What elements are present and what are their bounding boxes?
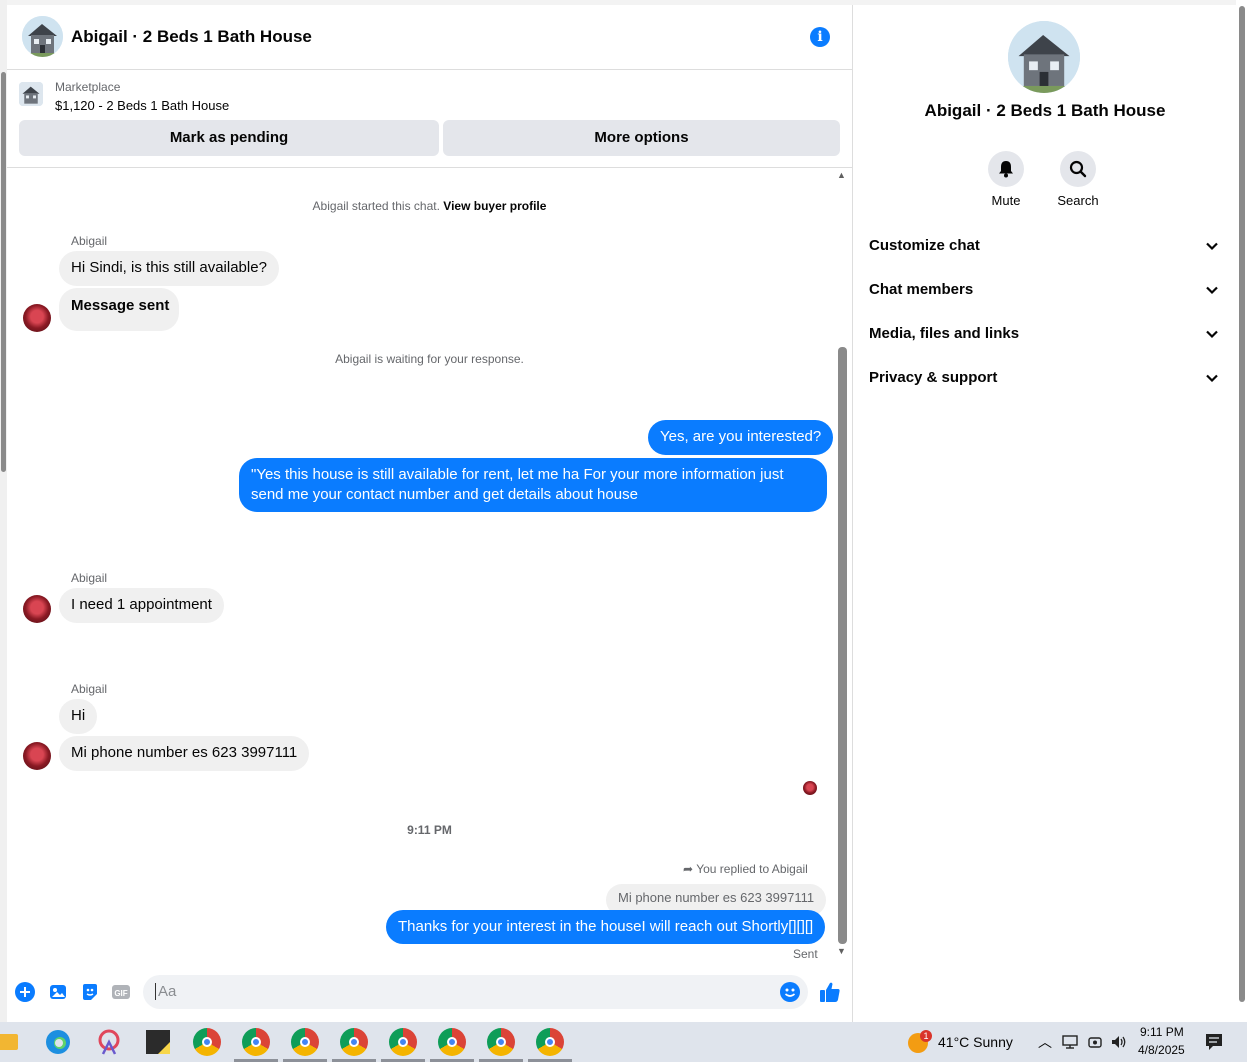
section-label: Chat members	[869, 281, 974, 298]
message-scrollbar-thumb[interactable]	[838, 347, 847, 944]
chrome-icon[interactable]	[479, 1028, 523, 1062]
volume-icon[interactable]	[1110, 1034, 1128, 1055]
incoming-message[interactable]: Hi	[59, 699, 98, 734]
chrome-icon[interactable]	[381, 1028, 425, 1062]
left-scrollbar-thumb[interactable]	[1, 72, 6, 472]
read-receipt-avatar	[803, 781, 817, 795]
mark-as-pending-button[interactable]: Mark as pending	[19, 120, 439, 156]
page-scrollbar-thumb[interactable]	[1239, 6, 1245, 1002]
plus-icon[interactable]	[15, 982, 35, 1002]
incoming-message[interactable]: I need 1 appointment	[59, 588, 224, 623]
sender-avatar[interactable]	[23, 304, 51, 332]
clock-date[interactable]: 4/8/2025	[1138, 1043, 1185, 1057]
incoming-message[interactable]: Mi phone number es 623 3997111	[59, 736, 310, 771]
view-buyer-profile-link[interactable]: View buyer profile	[443, 199, 546, 213]
search-label: Search	[1057, 193, 1099, 208]
chevron-down-icon	[1206, 330, 1218, 339]
customize-chat-section[interactable]: Customize chat	[869, 237, 1219, 261]
listing-price-title[interactable]: $1,120 - 2 Beds 1 Bath House	[55, 98, 229, 113]
windows-taskbar: 1 41°C Sunny ︿ 9:11 PM 4/8/2025	[0, 1022, 1247, 1062]
chevron-down-icon	[1206, 242, 1218, 251]
chat-members-section[interactable]: Chat members	[869, 281, 1219, 305]
sticky-notes-icon[interactable]	[144, 1028, 172, 1056]
scroll-up-arrow-icon[interactable]: ▲	[837, 170, 846, 180]
marketplace-listing-bar: Marketplace $1,120 - 2 Beds 1 Bath House…	[7, 70, 852, 168]
chat-header: Abigail · 2 Beds 1 Bath House i	[7, 5, 852, 70]
section-label: Media, files and links	[869, 325, 1020, 342]
chevron-down-icon	[1206, 374, 1218, 383]
chevron-down-icon	[1206, 286, 1218, 295]
scroll-down-arrow-icon[interactable]: ▼	[837, 946, 846, 956]
chat-title[interactable]: Abigail · 2 Beds 1 Bath House	[71, 27, 312, 47]
photo-icon[interactable]	[48, 982, 68, 1002]
chat-started-text: Abigail started this chat.	[312, 199, 440, 213]
emoji-icon[interactable]	[780, 982, 800, 1007]
chrome-icon[interactable]	[234, 1028, 278, 1062]
house-icon	[1008, 21, 1080, 93]
panel-title: Abigail · 2 Beds 1 Bath House	[924, 101, 1166, 120]
chat-started-notice: Abigail started this chat. View buyer pr…	[7, 199, 852, 213]
listing-avatar[interactable]	[22, 16, 63, 57]
bell-icon	[988, 151, 1024, 187]
incoming-message[interactable]: Hi Sindi, is this still available?	[59, 251, 279, 286]
svg-text:GIF: GIF	[114, 989, 127, 998]
sender-name: Abigail	[71, 234, 108, 248]
section-label: Customize chat	[869, 237, 980, 254]
like-icon[interactable]	[819, 981, 841, 1008]
chrome-icon[interactable]	[193, 1028, 221, 1056]
search-icon	[1060, 151, 1096, 187]
chrome-icon[interactable]	[332, 1028, 376, 1062]
timestamp: 9:11 PM	[407, 823, 452, 837]
network-icon[interactable]	[1062, 1034, 1078, 1055]
clock-time[interactable]: 9:11 PM	[1140, 1025, 1184, 1039]
meet-now-icon[interactable]	[1087, 1034, 1103, 1055]
weather-text[interactable]: 41°C Sunny	[938, 1034, 1013, 1050]
listing-thumbnail[interactable]	[19, 82, 43, 106]
file-explorer-icon[interactable]	[0, 1034, 18, 1050]
weather-badge: 1	[920, 1030, 932, 1042]
reply-label: You replied to Abigail	[696, 862, 808, 876]
incoming-message[interactable]: Message sent	[59, 288, 179, 331]
section-label: Privacy & support	[869, 369, 998, 386]
outgoing-message[interactable]: Yes, are you interested?	[648, 420, 834, 455]
chevron-up-icon[interactable]: ︿	[1038, 1032, 1052, 1052]
outgoing-message[interactable]: Thanks for your interest in the houseI w…	[386, 910, 826, 944]
sender-name: Abigail	[71, 682, 108, 696]
sender-avatar[interactable]	[23, 742, 51, 770]
privacy-support-section[interactable]: Privacy & support	[869, 369, 1219, 393]
listing-avatar-large[interactable]	[1008, 21, 1080, 93]
sticker-icon[interactable]	[80, 982, 100, 1002]
edge-icon[interactable]	[44, 1028, 72, 1056]
chrome-icon[interactable]	[283, 1028, 327, 1062]
reply-arrow-icon: ➦	[683, 862, 694, 876]
chrome-icon[interactable]	[528, 1028, 572, 1062]
more-options-button[interactable]: More options	[443, 120, 840, 156]
mute-label: Mute	[991, 193, 1021, 208]
snipping-tool-icon[interactable]	[95, 1028, 123, 1056]
sender-avatar[interactable]	[23, 595, 51, 623]
message-input[interactable]: Aa	[155, 983, 176, 1000]
gif-icon[interactable]: GIF	[111, 982, 131, 1002]
message-composer[interactable]: Aa	[143, 975, 808, 1009]
notifications-icon[interactable]	[1205, 1033, 1223, 1056]
info-icon[interactable]: i	[810, 27, 830, 47]
sender-name: Abigail	[71, 571, 108, 585]
marketplace-label: Marketplace	[55, 80, 121, 94]
search-button[interactable]: Search	[1033, 151, 1123, 208]
house-icon	[22, 16, 63, 57]
chat-info-panel: Abigail · 2 Beds 1 Bath House Mute Searc…	[852, 5, 1237, 1022]
message-status: Sent	[793, 947, 818, 961]
media-files-links-section[interactable]: Media, files and links	[869, 325, 1219, 349]
reply-indicator: ➦ You replied to Abigail	[683, 862, 808, 876]
house-icon	[19, 82, 43, 106]
chrome-icon[interactable]	[430, 1028, 474, 1062]
waiting-notice: Abigail is waiting for your response.	[335, 352, 524, 366]
outgoing-message[interactable]: "Yes this house is still available for r…	[239, 458, 827, 512]
